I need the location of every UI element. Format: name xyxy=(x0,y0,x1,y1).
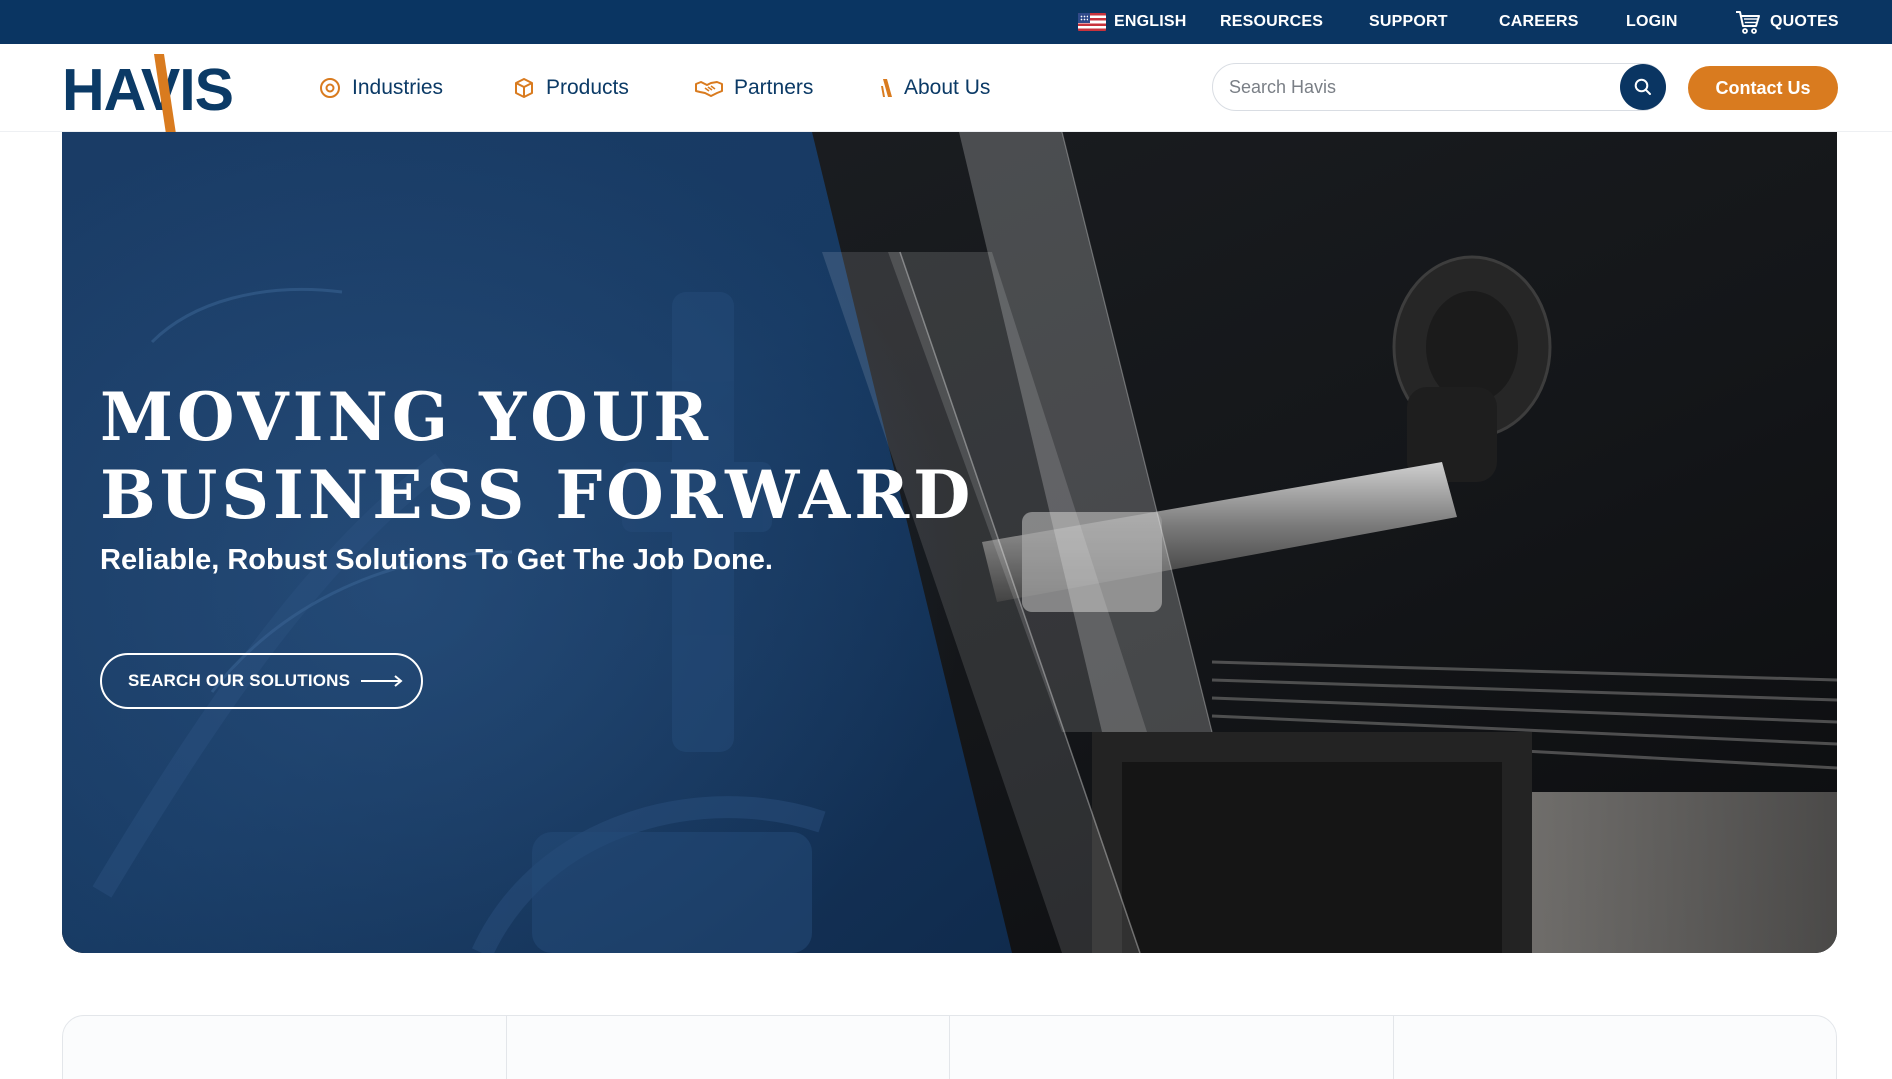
havis-logo[interactable]: HAVIS xyxy=(62,48,242,134)
login-link[interactable]: LOGIN xyxy=(1626,0,1678,44)
hero-banner: MOVING YOUR BUSINESS FORWARD Reliable, R… xyxy=(62,132,1837,953)
search-solutions-button[interactable]: SEARCH OUR SOLUTIONS xyxy=(100,653,423,709)
support-link[interactable]: SUPPORT xyxy=(1369,0,1448,44)
hero-subtitle: Reliable, Robust Solutions To Get The Jo… xyxy=(100,544,773,576)
arrow-right-icon xyxy=(361,675,403,687)
resources-link[interactable]: RESOURCES xyxy=(1220,0,1323,44)
search-box xyxy=(1212,63,1666,111)
feature-card[interactable] xyxy=(507,1016,950,1079)
quotes-link[interactable]: QUOTES xyxy=(1734,0,1839,44)
logo-slash-mark xyxy=(154,54,176,134)
nav-products[interactable]: Products xyxy=(512,44,629,132)
target-icon xyxy=(320,78,340,98)
nav-industries-label: Industries xyxy=(352,76,444,99)
box-icon xyxy=(515,78,533,98)
feature-card[interactable] xyxy=(950,1016,1394,1079)
main-nav: HAVIS Industries Products Partners About… xyxy=(0,44,1892,134)
search-button[interactable] xyxy=(1620,64,1666,110)
careers-link[interactable]: CAREERS xyxy=(1499,0,1579,44)
search-solutions-label: SEARCH OUR SOLUTIONS xyxy=(128,671,351,690)
search-icon xyxy=(1634,78,1651,95)
nav-about-us[interactable]: About Us xyxy=(880,44,990,132)
us-flag-icon xyxy=(1078,13,1106,31)
utility-bar: ENGLISH RESOURCES SUPPORT CAREERS LOGIN … xyxy=(0,0,1892,44)
contact-us-button[interactable]: Contact Us xyxy=(1688,66,1838,110)
nav-about-us-label: About Us xyxy=(904,76,991,99)
hero-title-line-1: MOVING YOUR xyxy=(100,378,713,456)
search-input[interactable] xyxy=(1229,64,1609,110)
havis-mark-icon xyxy=(881,79,892,97)
handshake-icon xyxy=(695,81,723,97)
language-label: ENGLISH xyxy=(1114,13,1187,30)
feature-card[interactable] xyxy=(1394,1016,1837,1079)
quotes-label: QUOTES xyxy=(1770,13,1839,30)
language-selector[interactable]: ENGLISH xyxy=(1078,0,1187,44)
nav-partners[interactable]: Partners xyxy=(694,44,813,132)
cart-icon xyxy=(1736,11,1760,34)
nav-products-label: Products xyxy=(546,76,629,99)
hero-title: MOVING YOUR BUSINESS FORWARD xyxy=(100,378,1000,534)
feature-cards-row xyxy=(62,1015,1837,1079)
nav-partners-label: Partners xyxy=(734,76,814,99)
hero-title-line-2: BUSINESS FORWARD xyxy=(100,456,975,534)
feature-card[interactable] xyxy=(63,1016,507,1079)
nav-industries[interactable]: Industries xyxy=(318,44,443,132)
